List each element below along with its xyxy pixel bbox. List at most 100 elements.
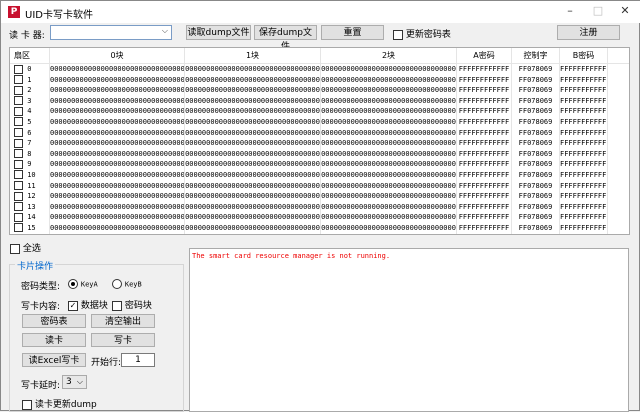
delay-select[interactable]: 3 ⌵: [62, 375, 87, 389]
key-b-cell[interactable]: FFFFFFFFFFFF: [560, 127, 608, 139]
block1-cell[interactable]: 00000000000000000000000000000000: [185, 212, 321, 223]
key-b-cell[interactable]: FFFFFFFFFFFF: [560, 169, 608, 181]
key-b-cell[interactable]: FFFFFFFFFFFF: [560, 85, 608, 96]
block0-cell[interactable]: 00000000000000000000000000000000: [50, 169, 185, 181]
start-row-input[interactable]: 1: [121, 353, 155, 367]
control-cell[interactable]: FF078069: [512, 106, 560, 117]
block0-cell[interactable]: 00000000000000000000000000000000: [50, 127, 185, 139]
control-cell[interactable]: FF078069: [512, 222, 560, 234]
block1-cell[interactable]: 00000000000000000000000000000000: [185, 106, 321, 117]
block2-cell[interactable]: 00000000000000000000000000000000: [321, 222, 457, 234]
row-checkbox[interactable]: [14, 138, 23, 148]
key-a-cell[interactable]: FFFFFFFFFFFF: [457, 106, 512, 117]
reader-select[interactable]: ⌵: [50, 25, 172, 40]
key-b-cell[interactable]: FFFFFFFFFFFF: [560, 212, 608, 223]
block0-cell[interactable]: 00000000000000000000000000000000: [50, 180, 185, 192]
block0-cell[interactable]: 00000000000000000000000000000000: [50, 201, 185, 213]
row-checkbox[interactable]: [14, 128, 23, 138]
key-a-cell[interactable]: FFFFFFFFFFFF: [457, 180, 512, 192]
maximize-button[interactable]: □: [584, 4, 612, 20]
key-a-cell[interactable]: FFFFFFFFFFFF: [457, 201, 512, 213]
control-cell[interactable]: FF078069: [512, 148, 560, 160]
row-checkbox[interactable]: [14, 106, 23, 116]
block0-cell[interactable]: 00000000000000000000000000000000: [50, 74, 185, 86]
block2-cell[interactable]: 00000000000000000000000000000000: [321, 169, 457, 181]
block2-cell[interactable]: 00000000000000000000000000000000: [321, 106, 457, 117]
row-checkbox[interactable]: [14, 149, 23, 159]
block0-cell[interactable]: 00000000000000000000000000000000: [50, 106, 185, 117]
key-a-cell[interactable]: FFFFFFFFFFFF: [457, 95, 512, 107]
control-cell[interactable]: FF078069: [512, 74, 560, 86]
update-keys-checkbox[interactable]: 更新密码表: [393, 27, 451, 40]
control-cell[interactable]: FF078069: [512, 95, 560, 107]
block1-cell[interactable]: 00000000000000000000000000000000: [185, 116, 321, 128]
block0-cell[interactable]: 00000000000000000000000000000000: [50, 191, 185, 202]
key-b-cell[interactable]: FFFFFFFFFFFF: [560, 116, 608, 128]
key-a-cell[interactable]: FFFFFFFFFFFF: [457, 64, 512, 75]
block1-cell[interactable]: 00000000000000000000000000000000: [185, 180, 321, 192]
key-a-cell[interactable]: FFFFFFFFFFFF: [457, 74, 512, 86]
read-dump-button[interactable]: 读取dump文件: [186, 25, 251, 40]
row-checkbox[interactable]: [14, 170, 23, 180]
key-b-cell[interactable]: FFFFFFFFFFFF: [560, 148, 608, 160]
control-cell[interactable]: FF078069: [512, 212, 560, 223]
register-button[interactable]: 注册: [557, 25, 620, 40]
key-b-cell[interactable]: FFFFFFFFFFFF: [560, 95, 608, 107]
clear-output-button[interactable]: 清空输出: [91, 314, 155, 328]
key-a-cell[interactable]: FFFFFFFFFFFF: [457, 159, 512, 170]
block0-cell[interactable]: 00000000000000000000000000000000: [50, 148, 185, 160]
data-block-checkbox[interactable]: ✓ 数据块: [68, 298, 108, 311]
minimize-button[interactable]: –: [556, 4, 584, 20]
key-a-cell[interactable]: FFFFFFFFFFFF: [457, 212, 512, 223]
row-checkbox[interactable]: [14, 75, 23, 85]
block1-cell[interactable]: 00000000000000000000000000000000: [185, 95, 321, 107]
block1-cell[interactable]: 00000000000000000000000000000000: [185, 201, 321, 213]
block2-cell[interactable]: 00000000000000000000000000000000: [321, 127, 457, 139]
key-b-cell[interactable]: FFFFFFFFFFFF: [560, 64, 608, 75]
key-a-cell[interactable]: FFFFFFFFFFFF: [457, 138, 512, 149]
block1-cell[interactable]: 00000000000000000000000000000000: [185, 127, 321, 139]
check-icon[interactable]: ✓: [68, 300, 78, 311]
key-b-cell[interactable]: FFFFFFFFFFFF: [560, 222, 608, 234]
block2-cell[interactable]: 00000000000000000000000000000000: [321, 74, 457, 86]
read-card-button[interactable]: 读卡: [22, 333, 86, 347]
block0-cell[interactable]: 00000000000000000000000000000000: [50, 85, 185, 96]
block0-cell[interactable]: 00000000000000000000000000000000: [50, 222, 185, 234]
checkbox-box[interactable]: [10, 243, 20, 254]
control-cell[interactable]: FF078069: [512, 64, 560, 75]
block0-cell[interactable]: 00000000000000000000000000000000: [50, 159, 185, 170]
row-checkbox[interactable]: [14, 159, 23, 169]
write-card-button[interactable]: 写卡: [91, 333, 155, 347]
key-a-cell[interactable]: FFFFFFFFFFFF: [457, 169, 512, 181]
key-a-cell[interactable]: FFFFFFFFFFFF: [457, 85, 512, 96]
key-b-cell[interactable]: FFFFFFFFFFFF: [560, 201, 608, 213]
key-b-radio[interactable]: KeyB: [112, 279, 142, 290]
save-dump-button[interactable]: 保存dump文件: [254, 25, 317, 52]
key-b-cell[interactable]: FFFFFFFFFFFF: [560, 106, 608, 117]
row-checkbox[interactable]: [14, 181, 23, 191]
block1-cell[interactable]: 00000000000000000000000000000000: [185, 222, 321, 234]
row-checkbox[interactable]: [14, 191, 23, 201]
close-button[interactable]: ✕: [611, 4, 639, 20]
read-excel-button[interactable]: 读Excel写卡: [22, 353, 86, 367]
select-all-checkbox[interactable]: 全选: [10, 241, 41, 254]
row-checkbox[interactable]: [14, 96, 23, 106]
control-cell[interactable]: FF078069: [512, 201, 560, 213]
block1-cell[interactable]: 00000000000000000000000000000000: [185, 64, 321, 75]
checkbox-box[interactable]: [393, 29, 403, 40]
control-cell[interactable]: FF078069: [512, 85, 560, 96]
block2-cell[interactable]: 00000000000000000000000000000000: [321, 201, 457, 213]
control-cell[interactable]: FF078069: [512, 116, 560, 128]
key-a-cell[interactable]: FFFFFFFFFFFF: [457, 191, 512, 202]
control-cell[interactable]: FF078069: [512, 169, 560, 181]
checkbox-box[interactable]: [22, 399, 32, 410]
key-a-cell[interactable]: FFFFFFFFFFFF: [457, 222, 512, 234]
key-a-cell[interactable]: FFFFFFFFFFFF: [457, 148, 512, 160]
block2-cell[interactable]: 00000000000000000000000000000000: [321, 180, 457, 192]
block1-cell[interactable]: 00000000000000000000000000000000: [185, 85, 321, 96]
key-table-button[interactable]: 密码表: [22, 314, 86, 328]
block0-cell[interactable]: 00000000000000000000000000000000: [50, 116, 185, 128]
key-b-cell[interactable]: FFFFFFFFFFFF: [560, 138, 608, 149]
checkbox-box[interactable]: [112, 300, 122, 311]
key-b-cell[interactable]: FFFFFFFFFFFF: [560, 180, 608, 192]
